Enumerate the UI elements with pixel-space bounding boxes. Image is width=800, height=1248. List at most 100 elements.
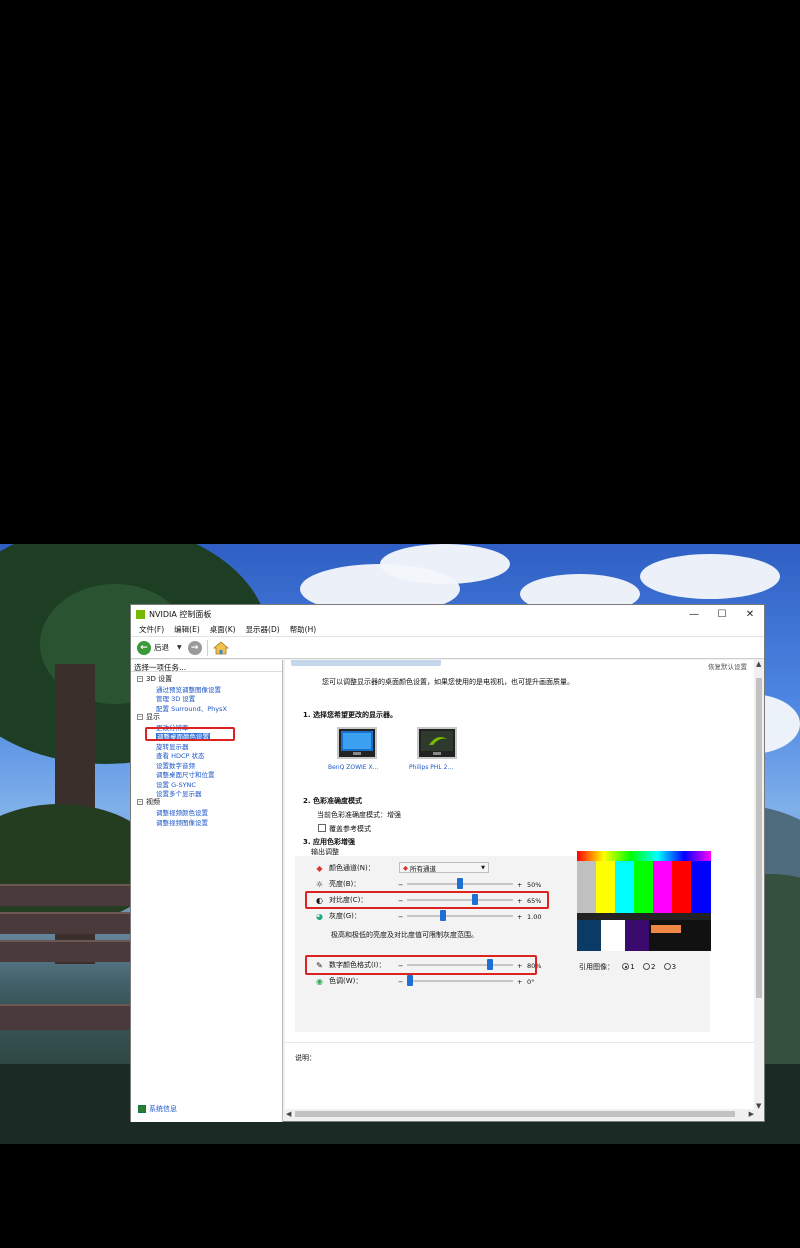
menu-display[interactable]: 显示器(D) (241, 624, 285, 635)
section-select-display: 1. 选择您希望更改的显示器。 (303, 711, 397, 719)
home-icon[interactable] (212, 640, 229, 655)
highlight-box-vibrance (305, 955, 537, 975)
slider-thumb[interactable] (440, 910, 446, 921)
reference-image (577, 851, 711, 951)
gamma-note: 极高和极低的亮度及对比度值可限制灰度范围。 (331, 931, 478, 939)
hue-decrease[interactable]: − (398, 978, 403, 986)
tree-item-preview-image[interactable]: 通过预览调整图像设置 (131, 684, 282, 694)
gamma-row: ◕ 灰度(G)： (315, 910, 361, 922)
reference-option-3[interactable]: 3 (672, 963, 676, 971)
horizontal-scroll-thumb[interactable] (295, 1111, 735, 1117)
channel-dropdown[interactable]: ◆ 所有通道 ▼ (399, 862, 489, 873)
hue-increase[interactable]: + (517, 978, 522, 986)
tree-item-rotate[interactable]: 旋转显示器 (131, 741, 282, 751)
collapse-icon[interactable]: − (137, 713, 143, 720)
back-button-label[interactable]: 后退 (154, 642, 169, 653)
brightness-slider[interactable] (407, 878, 513, 890)
reference-option-2[interactable]: 2 (651, 963, 655, 971)
tree-item-manage-3d[interactable]: 管理 3D 设置 (131, 693, 282, 703)
channel-row: ◆ 颜色通道(N)： (315, 862, 374, 874)
close-button[interactable]: ✕ (736, 605, 764, 623)
title-bar[interactable]: NVIDIA 控制面板 — ☐ ✕ (131, 605, 764, 623)
menu-edit[interactable]: 编辑(E) (169, 624, 205, 635)
description-label: 说明： (295, 1054, 316, 1062)
bench-plank (0, 912, 130, 934)
system-info-link[interactable]: 系统信息 (138, 1104, 177, 1114)
tree-item-multi-display[interactable]: 设置多个显示器 (131, 788, 282, 798)
scroll-up-icon[interactable]: ▲ (756, 660, 761, 668)
tree-category-3d[interactable]: −3D 设置 (131, 674, 282, 684)
menu-desktop[interactable]: 桌面(K) (205, 624, 241, 635)
minimize-icon: — (689, 608, 699, 620)
sun-icon: ☼ (315, 879, 324, 889)
scroll-right-icon[interactable]: ▶ (749, 1110, 754, 1118)
brightness-increase[interactable]: + (517, 881, 522, 889)
tree-item-surround-physx[interactable]: 配置 Surround、PhysX (131, 703, 282, 713)
horizontal-scrollbar[interactable]: ◀ ▶ (285, 1109, 755, 1119)
tree-item-video-image[interactable]: 调整视频图像设置 (131, 817, 282, 827)
reference-radio-1[interactable] (622, 963, 630, 970)
slider-track[interactable] (407, 915, 513, 917)
channel-value: 所有通道 (410, 864, 436, 873)
vertical-scrollbar[interactable]: ▲ ▼ (754, 660, 764, 1110)
monitor-benq-label[interactable]: BenQ ZOWIE X... (328, 764, 378, 771)
back-arrow-icon[interactable]: ← (137, 640, 151, 655)
menu-file[interactable]: 文件(F) (134, 624, 169, 635)
nvidia-control-panel-window: NVIDIA 控制面板 — ☐ ✕ 文件(F) 编辑(E) 桌面(K) 显示器(… (130, 604, 765, 1122)
tree-item-audio[interactable]: 设置数字音频 (131, 760, 282, 770)
tree-category-label: 视频 (146, 798, 160, 807)
hue-slider[interactable] (407, 975, 513, 987)
scroll-down-icon[interactable]: ▼ (756, 1102, 761, 1110)
section-color-enhance: 3. 应用色彩增强 (303, 838, 355, 846)
menu-help[interactable]: 帮助(H) (285, 624, 322, 635)
nvidia-logo-icon (136, 609, 145, 619)
cloud (380, 544, 510, 584)
gamma-decrease[interactable]: − (398, 913, 403, 921)
tree-item-desktop-size[interactable]: 调整桌面尺寸和位置 (131, 769, 282, 779)
tree-item-video-color[interactable]: 调整视频颜色设置 (131, 807, 282, 817)
gamma-slider[interactable] (407, 910, 513, 922)
slider-track[interactable] (407, 980, 513, 982)
vertical-scroll-thumb[interactable] (756, 678, 762, 998)
reference-radio-2[interactable] (642, 963, 650, 970)
toolbar-divider (206, 639, 208, 656)
bench-plank (0, 1004, 130, 1030)
maximize-button[interactable]: ☐ (708, 605, 736, 623)
monitor-philips-label[interactable]: Philips PHL 2... (409, 764, 453, 771)
collapse-icon[interactable]: − (137, 799, 143, 806)
minimize-button[interactable]: — (680, 605, 708, 623)
slider-thumb[interactable] (407, 975, 413, 986)
back-dropdown-icon[interactable]: ▼ (177, 644, 182, 651)
hue-value: 0° (527, 978, 535, 986)
monitor-benq[interactable] (337, 727, 377, 759)
scroll-left-icon[interactable]: ◀ (286, 1110, 291, 1118)
tree-category-display[interactable]: − 显示 (131, 712, 282, 722)
brightness-row: ☼ 亮度(B)： (315, 878, 360, 890)
tree-item-gsync[interactable]: 设置 G-SYNC (131, 779, 282, 789)
override-reference-checkbox[interactable] (318, 824, 326, 832)
gamma-icon: ◕ (316, 911, 323, 921)
forward-arrow-icon[interactable]: → (187, 640, 202, 655)
tree-category-video[interactable]: − 视频 (131, 798, 282, 808)
cloud (640, 554, 780, 599)
hue-icon: ◉ (316, 976, 323, 986)
channel-icon: ◆ (403, 863, 408, 872)
restore-defaults-link[interactable]: 恢复默认设置 (708, 661, 747, 671)
page-intro: 您可以调整显示器的桌面颜色设置，如果您使用的是电视机，也可提升画面质量。 (322, 678, 574, 686)
highlight-box-selected-task (145, 727, 235, 741)
description-area: 说明： (285, 1042, 755, 1110)
reference-option-1[interactable]: 1 (630, 963, 634, 971)
menu-bar: 文件(F) 编辑(E) 桌面(K) 显示器(D) 帮助(H) (131, 623, 764, 637)
brightness-decrease[interactable]: − (398, 881, 403, 889)
override-reference-label[interactable]: 覆盖参考模式 (329, 824, 371, 834)
gamma-value: 1.00 (527, 913, 542, 921)
monitor-philips[interactable] (417, 727, 457, 759)
bench-plank (0, 940, 130, 962)
collapse-icon[interactable]: − (137, 675, 143, 682)
output-adjust-label: 输出调整 (311, 848, 339, 856)
system-info-label: 系统信息 (149, 1105, 177, 1113)
slider-thumb[interactable] (457, 878, 463, 889)
tree-item-hdcp[interactable]: 查看 HDCP 状态 (131, 750, 282, 760)
reference-radio-3[interactable] (663, 963, 671, 970)
gamma-increase[interactable]: + (517, 913, 522, 921)
